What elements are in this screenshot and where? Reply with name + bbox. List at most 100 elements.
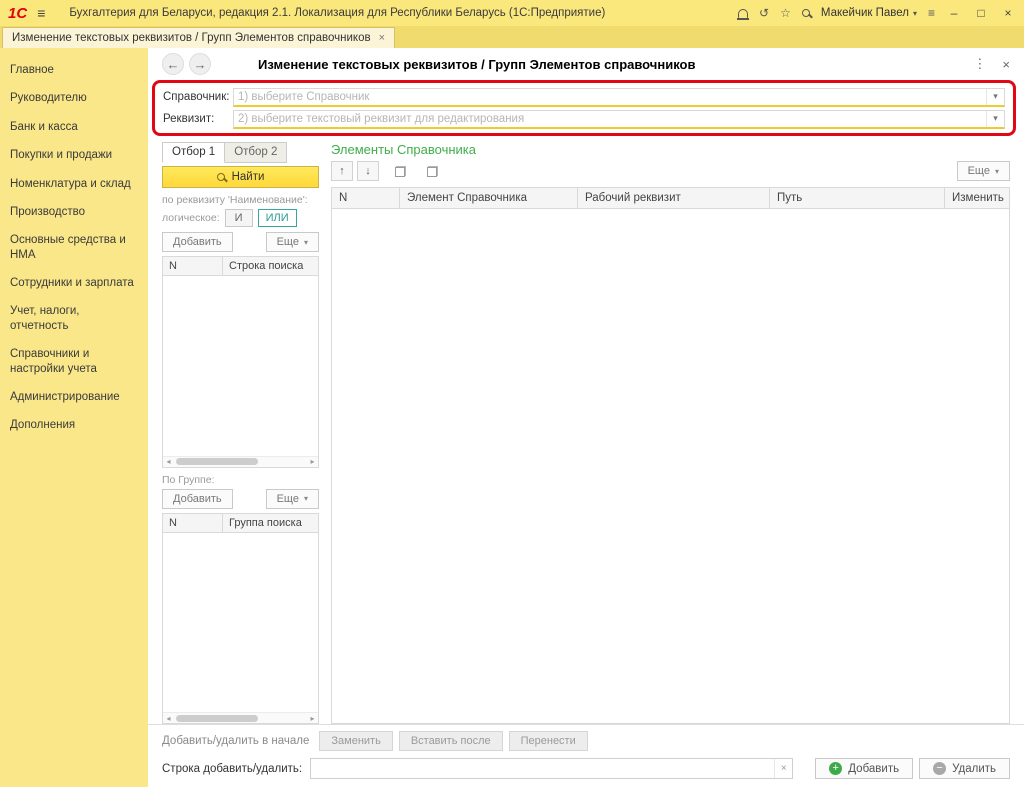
delete-row-label: Удалить <box>952 762 996 775</box>
forward-button[interactable]: → <box>189 53 211 75</box>
maximize-button[interactable]: □ <box>973 6 989 20</box>
edit-row: Строка добавить/удалить: × + Добавить − … <box>162 758 1010 779</box>
sidebar-item-osnovnye-sredstva[interactable]: Основные средства и НМА <box>0 226 148 269</box>
sidebar-item-dopolneniya[interactable]: Дополнения <box>0 411 148 439</box>
sidebar-item-pokupki-i-prodazhi[interactable]: Покупки и продажи <box>0 141 148 169</box>
find-button-label: Найти <box>231 171 265 183</box>
logical-label: логическое: <box>162 212 220 224</box>
close-form-icon[interactable]: × <box>1002 57 1010 72</box>
elements-table: N Элемент Справочника Рабочий реквизит П… <box>331 187 1010 724</box>
search-add-button[interactable]: Добавить <box>162 232 233 252</box>
elements-col-working-attr: Рабочий реквизит <box>578 188 770 208</box>
row-input-label: Строка добавить/удалить: <box>162 762 303 775</box>
service-menu-icon[interactable]: ≡ <box>928 6 935 20</box>
by-group-caption: По Группе: <box>162 473 215 486</box>
attribute-field-row: Реквизит: 2) выберите текстовый реквизит… <box>163 108 1005 130</box>
tab-otbor-2[interactable]: Отбор 2 <box>225 142 288 163</box>
group-more-caret-icon: ▾ <box>303 494 308 503</box>
copy-button[interactable] <box>389 161 411 181</box>
close-window-button[interactable]: × <box>1000 6 1016 20</box>
delete-row-button[interactable]: − Удалить <box>919 758 1010 779</box>
add-row-label: Добавить <box>848 762 900 775</box>
tab-otbor-1[interactable]: Отбор 1 <box>162 142 226 163</box>
group-col-value: Группа поиска <box>229 516 302 529</box>
history-icon[interactable]: ↺ <box>759 6 769 20</box>
logical-operator-row: логическое: И ИЛИ <box>162 209 319 227</box>
search-strings-table: N Строка поиска ◂ ▸ <box>162 256 319 468</box>
by-attribute-caption: по реквизиту 'Наименование': <box>162 194 308 206</box>
attribute-placeholder: 2) выберите текстовый реквизит для редак… <box>238 112 525 125</box>
sidebar-item-administrirovanie[interactable]: Администрирование <box>0 383 148 411</box>
find-button[interactable]: Найти <box>162 166 319 188</box>
tab-close-icon[interactable]: × <box>379 32 385 44</box>
group-more-button[interactable]: Еще ▾ <box>265 488 319 509</box>
user-name: Макейчик Павел <box>820 7 909 19</box>
attribute-field-label: Реквизит: <box>163 113 215 125</box>
group-table-hscrollbar: ◂ ▸ <box>163 712 318 723</box>
logical-and-button[interactable]: И <box>224 209 253 227</box>
move-up-button[interactable]: ↑ <box>331 161 353 181</box>
scroll-left-icon[interactable]: ◂ <box>163 457 174 466</box>
hamburger-menu-icon[interactable]: ≡ <box>37 5 45 21</box>
main-area: ← → Изменение текстовых реквизитов / Гру… <box>148 48 1024 787</box>
content-panels: Отбор 1 Отбор 2 Найти по реквизиту 'Наим… <box>148 142 1024 724</box>
attribute-combobox[interactable]: 2) выберите текстовый реквизит для редак… <box>233 109 1005 129</box>
plus-circle-icon: + <box>829 762 843 775</box>
scrollbar-thumb[interactable] <box>176 458 259 465</box>
elements-toolbar: ↑ ↓ Еще ▾ <box>331 161 1010 181</box>
search-table-hscrollbar: ◂ ▸ <box>163 455 318 467</box>
catalog-combobox[interactable]: 1) выберите Справочник ▾ <box>233 87 1005 107</box>
clear-input-icon[interactable]: × <box>774 759 792 778</box>
insert-after-button[interactable]: Вставить после <box>398 731 503 751</box>
more-actions-kebab-icon[interactable]: ⋮ <box>973 56 986 72</box>
annotation-highlight: Справочник: 1) выберите Справочник ▾ Рек… <box>152 80 1016 136</box>
favorites-star-icon[interactable]: ☆ <box>780 6 791 20</box>
elements-col-n: N <box>332 188 400 208</box>
row-input[interactable] <box>311 759 775 778</box>
move-down-button[interactable]: ↓ <box>357 161 379 181</box>
search-col-n: N <box>163 257 223 275</box>
sidebar-item-rukovoditelyu[interactable]: Руководителю <box>0 84 148 112</box>
back-button[interactable]: ← <box>162 53 184 75</box>
bottom-bar: Добавить/удалить в начале Заменить Встав… <box>148 724 1024 787</box>
sidebar-item-spravochniki-nastroyki[interactable]: Справочники и настройки учета <box>0 340 148 383</box>
group-add-button[interactable]: Добавить <box>162 488 233 509</box>
notifications-bell-icon[interactable] <box>737 8 750 20</box>
tab-active[interactable]: Изменение текстовых реквизитов / Групп Э… <box>2 27 396 48</box>
group-table-body[interactable] <box>163 532 318 712</box>
filter-panel: Отбор 1 Отбор 2 Найти по реквизиту 'Наим… <box>162 142 319 724</box>
scrollbar-track[interactable] <box>174 714 307 722</box>
attribute-dropdown-icon[interactable]: ▾ <box>986 110 1004 127</box>
elements-table-body[interactable] <box>332 209 1009 723</box>
search-strings-table-body[interactable] <box>163 276 318 456</box>
elements-col-element: Элемент Справочника <box>400 188 578 208</box>
minimize-button[interactable]: – <box>946 6 962 20</box>
search-strings-toolbar: Добавить Еще ▾ <box>162 232 319 252</box>
sidebar-item-bank-i-kassa[interactable]: Банк и касса <box>0 113 148 141</box>
sidebar-item-uchet-nalogi[interactable]: Учет, налоги, отчетность <box>0 297 148 340</box>
elements-title: Элементы Справочника <box>331 142 476 157</box>
copy-icon <box>394 165 406 177</box>
move-button[interactable]: Перенести <box>508 731 588 751</box>
scroll-left-icon[interactable]: ◂ <box>163 714 174 723</box>
sidebar-item-proizvodstvo[interactable]: Производство <box>0 198 148 226</box>
sidebar-item-glavnoe[interactable]: Главное <box>0 56 148 84</box>
sidebar-item-sotrudniki-i-zarplata[interactable]: Сотрудники и зарплата <box>0 269 148 297</box>
scroll-right-icon[interactable]: ▸ <box>307 714 318 723</box>
search-icon[interactable] <box>801 9 810 17</box>
scrollbar-track[interactable] <box>174 458 307 465</box>
replace-button[interactable]: Заменить <box>319 731 393 751</box>
catalog-dropdown-icon[interactable]: ▾ <box>986 88 1004 105</box>
filter-tabs: Отбор 1 Отбор 2 <box>162 142 319 163</box>
elements-more-button[interactable]: Еще ▾ <box>956 161 1010 181</box>
window-title: Бухгалтерия для Беларуси, редакция 2.1. … <box>69 7 606 19</box>
add-row-button[interactable]: + Добавить <box>815 758 914 779</box>
scrollbar-thumb[interactable] <box>176 714 259 722</box>
copy-all-button[interactable] <box>421 161 443 181</box>
sidebar-item-nomenklatura-i-sklad[interactable]: Номенклатура и склад <box>0 170 148 198</box>
find-magnifier-icon <box>216 173 225 181</box>
logical-or-button[interactable]: ИЛИ <box>257 209 297 227</box>
scroll-right-icon[interactable]: ▸ <box>307 457 318 466</box>
search-more-button[interactable]: Еще ▾ <box>265 232 319 252</box>
user-menu[interactable]: Макейчик Павел ▾ <box>821 7 917 19</box>
